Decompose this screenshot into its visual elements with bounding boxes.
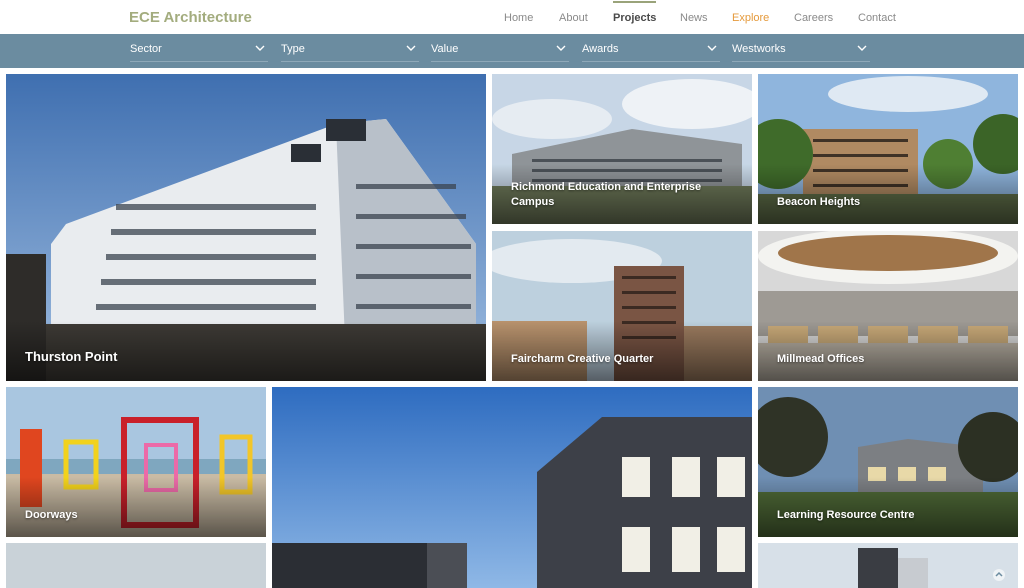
- project-tile-partial-left[interactable]: [6, 543, 266, 588]
- project-tile-millmead[interactable]: Millmead Offices: [758, 231, 1018, 381]
- chevron-down-icon: [857, 45, 867, 51]
- project-title: Doorways: [25, 509, 78, 521]
- site-logo[interactable]: ECE Architecture: [129, 9, 252, 26]
- project-tile-richmond[interactable]: Richmond Education and Enterprise Campus: [492, 74, 752, 224]
- project-tile-thurston-point[interactable]: Thurston Point: [6, 74, 486, 381]
- filter-label: Westworks: [732, 43, 786, 55]
- project-tile-doorways[interactable]: Doorways: [6, 387, 266, 537]
- nav-home[interactable]: Home: [504, 12, 533, 24]
- project-image: [272, 387, 752, 588]
- nav-explore[interactable]: Explore: [732, 12, 769, 24]
- project-tile-large[interactable]: [272, 387, 752, 588]
- nav-news[interactable]: News: [680, 12, 708, 24]
- project-image: [758, 543, 1018, 588]
- project-title: Learning Resource Centre: [777, 509, 915, 521]
- nav-about[interactable]: About: [559, 12, 588, 24]
- project-tile-learning-resource-centre[interactable]: Learning Resource Centre: [758, 387, 1018, 537]
- caption-shade: [492, 321, 752, 381]
- caption-shade: [6, 477, 266, 537]
- filter-label: Type: [281, 43, 305, 55]
- project-title: Faircharm Creative Quarter: [511, 353, 654, 365]
- filter-label: Value: [431, 43, 459, 55]
- project-title: Beacon Heights: [777, 196, 861, 208]
- caption-shade: [758, 164, 1018, 224]
- chevron-down-icon: [255, 45, 265, 51]
- filter-sector[interactable]: Sector: [130, 40, 268, 62]
- scroll-arrow-icon[interactable]: [992, 568, 1006, 582]
- project-tile-partial-right[interactable]: [758, 543, 1018, 588]
- filter-westworks[interactable]: Westworks: [732, 40, 870, 62]
- filter-bar: Sector Type Value Awards Westworks: [0, 34, 1024, 68]
- filter-awards[interactable]: Awards: [582, 40, 720, 62]
- chevron-down-icon: [707, 45, 717, 51]
- nav-contact[interactable]: Contact: [858, 12, 896, 24]
- filter-label: Sector: [130, 43, 162, 55]
- project-image: [6, 543, 266, 588]
- project-tile-beacon-heights[interactable]: Beacon Heights: [758, 74, 1018, 224]
- chevron-down-icon: [556, 45, 566, 51]
- project-title: Richmond Education and Enterprise Campus: [511, 181, 702, 208]
- site-header: ECE Architecture Home About Projects New…: [0, 0, 1024, 34]
- filter-label: Awards: [582, 43, 619, 55]
- nav-careers[interactable]: Careers: [794, 12, 833, 24]
- chevron-down-icon: [406, 45, 416, 51]
- filter-value[interactable]: Value: [431, 40, 569, 62]
- project-tile-faircharm[interactable]: Faircharm Creative Quarter: [492, 231, 752, 381]
- project-title: Thurston Point: [25, 349, 118, 364]
- caption-shade: [758, 477, 1018, 537]
- filter-type[interactable]: Type: [281, 40, 419, 62]
- nav-projects[interactable]: Projects: [613, 1, 657, 24]
- project-title: Millmead Offices: [777, 353, 865, 365]
- caption-shade: [758, 321, 1018, 381]
